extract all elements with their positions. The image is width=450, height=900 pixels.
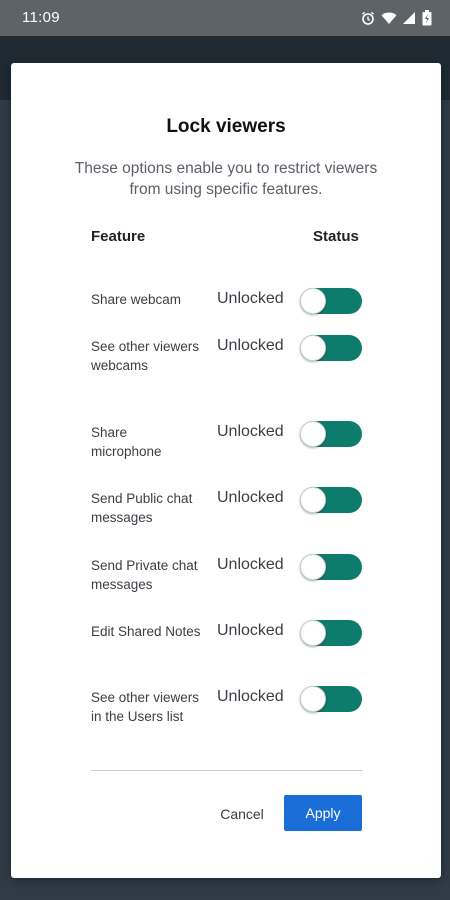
status-column-header: Status bbox=[313, 228, 359, 245]
lock-viewers-dialog: Lock viewers These options enable you to… bbox=[11, 63, 441, 878]
share-webcam-toggle[interactable] bbox=[300, 288, 362, 314]
toggle-knob bbox=[300, 554, 326, 580]
apply-button[interactable]: Apply bbox=[284, 795, 362, 831]
toggle-knob bbox=[300, 686, 326, 712]
feature-state: Unlocked bbox=[217, 688, 284, 705]
wifi-icon bbox=[381, 11, 397, 25]
feature-state: Unlocked bbox=[217, 337, 284, 354]
toggle-knob bbox=[300, 487, 326, 513]
feature-label: See other viewers webcams bbox=[91, 339, 200, 373]
status-bar: 11:09 bbox=[0, 0, 450, 36]
signal-icon bbox=[403, 11, 416, 25]
feature-label: Share microphone bbox=[91, 425, 162, 459]
feature-label: See other viewers in the Users list bbox=[91, 690, 200, 724]
dialog-description: These options enable you to restrict vie… bbox=[74, 160, 378, 198]
feature-label: Send Private chat messages bbox=[91, 558, 198, 592]
status-time: 11:09 bbox=[22, 9, 60, 26]
feature-column-header: Feature bbox=[91, 228, 146, 245]
send-public-chat-toggle[interactable] bbox=[300, 487, 362, 513]
toggle-knob bbox=[300, 421, 326, 447]
send-private-chat-toggle[interactable] bbox=[300, 554, 362, 580]
see-users-list-toggle[interactable] bbox=[300, 686, 362, 712]
status-icons bbox=[361, 10, 432, 26]
toggle-knob bbox=[300, 335, 326, 361]
toggle-knob bbox=[300, 288, 326, 314]
share-microphone-toggle[interactable] bbox=[300, 421, 362, 447]
feature-state: Unlocked bbox=[217, 290, 284, 307]
feature-label: Edit Shared Notes bbox=[91, 624, 201, 639]
cancel-button[interactable]: Cancel bbox=[217, 796, 267, 832]
footer-divider bbox=[91, 770, 363, 771]
feature-label: Share webcam bbox=[91, 292, 182, 307]
feature-state: Unlocked bbox=[217, 622, 284, 639]
feature-state: Unlocked bbox=[217, 423, 284, 440]
feature-state: Unlocked bbox=[217, 556, 284, 573]
feature-label: Send Public chat messages bbox=[91, 491, 193, 525]
alarm-icon bbox=[361, 11, 375, 25]
feature-state: Unlocked bbox=[217, 489, 284, 506]
dialog-title: Lock viewers bbox=[166, 116, 286, 137]
see-other-viewers-webcams-toggle[interactable] bbox=[300, 335, 362, 361]
toggle-knob bbox=[300, 620, 326, 646]
edit-shared-notes-toggle[interactable] bbox=[300, 620, 362, 646]
battery-icon bbox=[422, 10, 432, 26]
